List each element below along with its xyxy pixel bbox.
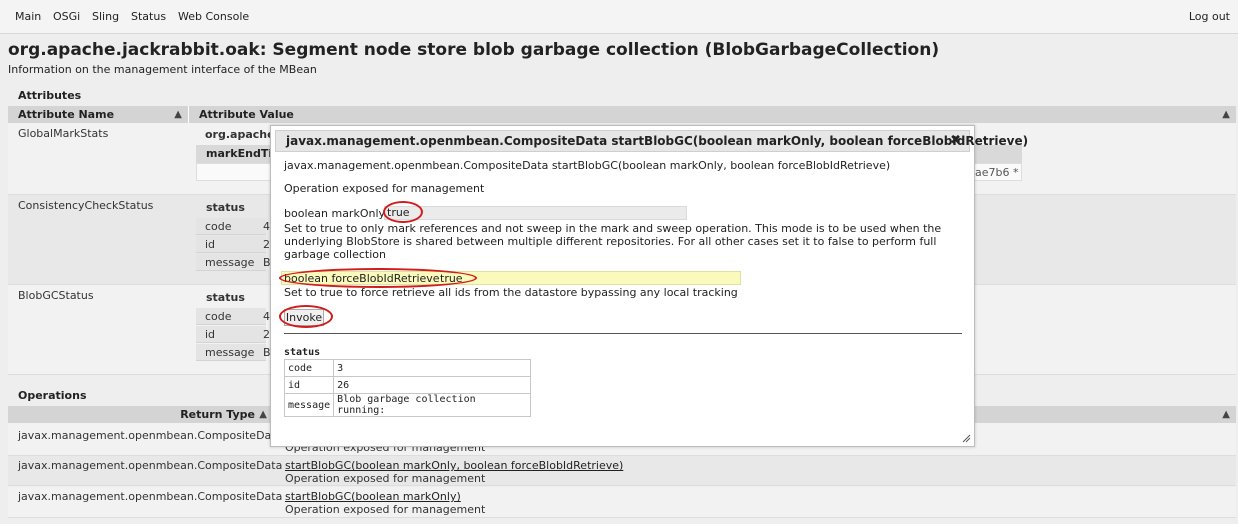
col-header-attribute-value[interactable]: Attribute Value ▲ bbox=[188, 106, 1236, 123]
operation-description: Operation exposed for management bbox=[285, 472, 486, 485]
attributes-section-title: Attributes bbox=[18, 89, 82, 102]
col-header-return-type-label: Return Type bbox=[180, 408, 255, 421]
status-sub-row: code 4 bbox=[196, 218, 270, 235]
result-value: 26 bbox=[333, 376, 532, 394]
param2-label: boolean forceBlobIdRetrieve bbox=[284, 272, 440, 285]
status-key: message bbox=[205, 256, 255, 269]
status-key: code bbox=[205, 220, 232, 233]
operation-link[interactable]: startBlobGC(boolean markOnly, boolean fo… bbox=[285, 459, 623, 472]
status-sub-row: code 4 bbox=[196, 308, 270, 325]
param1-desc: garbage collection bbox=[284, 248, 386, 261]
operation-return-type: javax.management.openmbean.CompositeData bbox=[18, 459, 283, 472]
status-key: message bbox=[205, 346, 255, 359]
logout-link[interactable]: Log out bbox=[1189, 10, 1230, 23]
result-key: id bbox=[283, 376, 335, 394]
close-icon[interactable]: ✖ bbox=[950, 131, 961, 151]
status-label: status bbox=[206, 201, 245, 214]
status-sub-row: id 2 bbox=[196, 236, 270, 253]
attribute-name: BlobGCStatus bbox=[18, 289, 94, 302]
nav-osgi[interactable]: OSGi bbox=[53, 10, 80, 23]
result-key: code bbox=[283, 359, 335, 377]
operation-return-type: javax.management.openmbean.CompositeData bbox=[18, 490, 283, 503]
col-header-return-type[interactable]: Return Type ▲ bbox=[8, 406, 273, 423]
sort-icon: ▲ bbox=[174, 109, 182, 120]
result-value: 3 bbox=[333, 359, 532, 377]
mark-only-input[interactable]: true bbox=[384, 206, 687, 220]
nav-web-console[interactable]: Web Console bbox=[178, 10, 249, 23]
table-row: message Blob garbage collection running: bbox=[283, 393, 532, 417]
resize-handle-icon[interactable] bbox=[961, 433, 971, 443]
top-nav: Main OSGi Sling Status Web Console Log o… bbox=[0, 0, 1238, 34]
status-val: 2 bbox=[263, 328, 270, 341]
nested-header-label: markEndTi bbox=[206, 147, 273, 160]
nested-header: markEndTi bbox=[196, 145, 272, 163]
operations-section-title: Operations bbox=[18, 389, 87, 402]
divider bbox=[284, 333, 962, 334]
param2-value: true bbox=[440, 272, 463, 285]
table-row: code 3 bbox=[283, 359, 532, 377]
col-header-attribute-name-label: Attribute Name bbox=[18, 108, 115, 121]
status-sub-row: message B bbox=[196, 344, 271, 361]
nav-sling[interactable]: Sling bbox=[92, 10, 119, 23]
param1-desc: underlying BlobStore is shared between m… bbox=[284, 235, 937, 248]
page-title: org.apache.jackrabbit.oak: Segment node … bbox=[8, 40, 940, 60]
col-header-attribute-name[interactable]: Attribute Name ▲ bbox=[8, 106, 188, 123]
table-row: id 26 bbox=[283, 376, 532, 394]
col-header-attribute-value-label: Attribute Value bbox=[199, 108, 294, 121]
invoke-dialog: javax.management.openmbean.CompositeData… bbox=[270, 125, 1028, 447]
result-title: status bbox=[284, 347, 321, 358]
dialog-signature: javax.management.openmbean.CompositeData… bbox=[284, 159, 891, 172]
attribute-value-head: org.apache bbox=[205, 128, 275, 141]
param1-desc: Set to true to only mark references and … bbox=[284, 222, 942, 235]
result-value: Blob garbage collection running: bbox=[333, 393, 532, 417]
sort-icon: ▲ bbox=[259, 409, 267, 420]
dialog-title: javax.management.openmbean.CompositeData… bbox=[286, 134, 1029, 148]
attribute-name: GlobalMarkStats bbox=[18, 127, 109, 140]
status-key: id bbox=[205, 238, 216, 251]
status-label: status bbox=[206, 291, 245, 304]
status-key: id bbox=[205, 328, 216, 341]
nav-main[interactable]: Main bbox=[15, 10, 41, 23]
operation-return-type: javax.management.openmbean.CompositeData bbox=[18, 429, 283, 442]
operation-link[interactable]: startBlobGC(boolean markOnly) bbox=[285, 490, 461, 503]
page-subtitle: Information on the management interface … bbox=[8, 63, 317, 76]
result-key: message bbox=[283, 393, 335, 417]
nav-status[interactable]: Status bbox=[131, 10, 166, 23]
result-table: code 3 id 26 message Blob garbage collec… bbox=[283, 359, 532, 417]
dialog-title-bar[interactable]: javax.management.openmbean.CompositeData… bbox=[275, 130, 1028, 152]
dialog-exposed-text: Operation exposed for management bbox=[284, 182, 485, 195]
status-val: 2 bbox=[263, 238, 270, 251]
status-val: 4 bbox=[263, 220, 270, 233]
status-val: 4 bbox=[263, 310, 270, 323]
sort-icon: ▲ bbox=[1222, 409, 1230, 420]
invoke-button[interactable]: Invoke bbox=[284, 309, 324, 326]
status-sub-row: id 2 bbox=[196, 326, 270, 343]
nested-value-trailing: ae7b6 * bbox=[975, 166, 1019, 179]
status-sub-row: message B bbox=[196, 254, 271, 271]
param2-desc: Set to true to force retrieve all ids fr… bbox=[284, 286, 738, 299]
status-key: code bbox=[205, 310, 232, 323]
attribute-name: ConsistencyCheckStatus bbox=[18, 199, 154, 212]
operation-description: Operation exposed for management bbox=[285, 503, 486, 516]
param1-label: boolean markOnly bbox=[284, 207, 386, 220]
sort-icon: ▲ bbox=[1222, 109, 1230, 120]
